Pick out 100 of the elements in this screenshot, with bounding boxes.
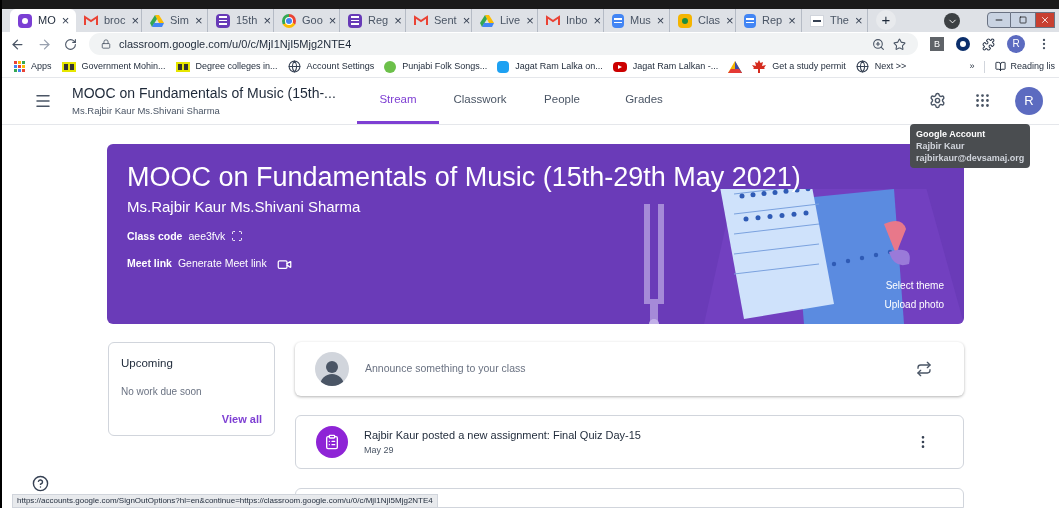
view-all-link[interactable]: View all [221,411,262,428]
tab-title: Mus [630,13,651,29]
tab-title: Live [500,13,521,29]
tab-close-button[interactable]: × [194,10,203,31]
class-tab[interactable]: Grades [603,77,685,124]
back-icon[interactable] [10,36,25,52]
bookmarks-overflow-button[interactable]: » [969,59,975,74]
tab-title: Clas [698,13,720,29]
tab-close-button[interactable]: × [61,10,70,31]
meet-link-label: Meet link [127,256,172,272]
tab-favicon-icon [678,13,692,28]
reading-list-button[interactable]: Reading lis [995,59,1055,74]
forward-icon[interactable] [37,36,52,52]
new-tab-button[interactable]: + [876,10,896,30]
bookmark[interactable] [728,60,743,73]
assignment-post[interactable]: Rajbir Kaur posted a new assignment: Final Quiz Day-15 May 29 [295,415,964,469]
bookmark[interactable]: Punjabi Folk Songs... [384,59,488,74]
tab-title: Sent [434,13,457,29]
star-icon[interactable] [893,37,906,51]
class-tab[interactable]: Classwork [439,77,521,124]
bookmark[interactable]: Get a study permit [752,59,846,74]
banner-teachers: Ms.Rajbir Kaur Ms.Shivani Sharma [127,197,362,217]
bookmark-favicon-icon [728,60,743,73]
fullscreen-icon[interactable] [231,230,244,243]
tab-close-button[interactable]: × [788,10,796,31]
bookmark[interactable]: Apps [14,59,52,74]
profile-button[interactable]: R [1007,35,1025,54]
user-avatar-icon [315,352,349,386]
tab-title: Rep [762,13,783,29]
tab-title: The [830,13,849,29]
post-text: Rajbir Kaur posted a new assignment: Final Quiz Day-15 [364,428,641,443]
bookmark[interactable]: Account Settings [287,59,375,74]
tab-close-button[interactable]: × [526,10,534,31]
tooltip-email: rajbirkaur@devsamaj.org [916,152,1025,164]
upload-photo-link[interactable]: Upload photo [884,297,944,312]
bookmark[interactable]: Jagat Ram Lalkan -... [612,59,719,74]
bookmark-favicon-icon [752,60,767,74]
reuse-post-icon[interactable] [916,361,932,377]
apps-grid-icon[interactable] [974,92,991,110]
tab-close-button[interactable]: × [726,10,734,31]
status-bar: https://accounts.google.com/SignOutOptions?hl=en&continue=https://classroom.google.com/u/0/c/MjI1NjI5Mjg2NTE4 [12,494,438,508]
tab-favicon-icon [216,13,230,28]
help-icon[interactable] [32,475,49,492]
generate-meet-link[interactable]: Generate Meet link [177,256,267,272]
tab-close-button[interactable]: × [656,10,665,31]
bookmark[interactable]: Next >> [855,59,907,74]
globe-icon [855,60,869,74]
reload-icon[interactable] [64,37,77,51]
tab-favicon-icon [414,15,428,26]
assignment-icon [316,426,348,458]
zoom-icon[interactable] [872,37,885,51]
tab-favicon-icon [744,13,756,28]
tab-favicon-icon [150,14,164,27]
class-teachers: Ms.Rajbir Kaur Ms.Shivani Sharma [72,104,221,119]
tab-close-button[interactable]: × [593,10,601,31]
select-theme-link[interactable]: Select theme [885,278,944,293]
extensions-icon[interactable] [982,37,995,51]
tab-close-button[interactable]: × [131,10,139,31]
address-bar[interactable]: classroom.google.com/u/0/c/MjI1NjI5Mjg2NTE4 [89,33,918,56]
bookmark[interactable]: Degree colleges in... [175,59,278,74]
tab-title: Sim [170,13,189,29]
close-window-button[interactable] [1035,12,1055,28]
tab-favicon-icon [282,13,296,28]
lock-icon [101,39,111,50]
restore-icon [1019,16,1027,24]
settings-icon[interactable] [929,92,946,110]
extension-button[interactable]: B [930,37,944,52]
bookmark[interactable]: Government Mohin... [61,59,166,74]
extension-icon[interactable] [956,37,970,52]
browser-tab[interactable]: MO × [10,9,76,32]
announce-placeholder: Announce something to your class [365,361,526,377]
announce-card[interactable]: Announce something to your class [295,342,964,396]
globe-icon [287,60,301,74]
bookmark[interactable]: Jagat Ram Lalka on... [497,59,603,74]
restore-button[interactable] [1011,12,1035,28]
account-avatar[interactable]: R [1015,86,1043,115]
tab-favicon-icon [810,14,824,27]
class-title[interactable]: MOOC on Fundamentals of Music (15th-... [72,83,357,105]
tab-favicon-icon [480,14,494,27]
tab-close-button[interactable]: × [394,10,402,31]
upcoming-empty-text: No work due soon [121,385,203,400]
url-text: classroom.google.com/u/0/c/MjI1NjI5Mjg2NTE4 [119,37,352,53]
upcoming-title: Upcoming [121,356,174,371]
tab-close-button[interactable]: × [854,10,863,31]
tab-close-button[interactable]: × [328,10,337,31]
tab-close-button[interactable]: × [263,10,271,31]
class-tab[interactable]: Stream [357,77,439,124]
tab-favicon-icon [84,15,98,26]
tab-favicon-icon [612,13,624,28]
class-tab[interactable]: People [521,77,603,124]
tooltip-title: Google Account [916,128,987,140]
tab-favicon-icon [546,15,560,26]
tab-search-icon[interactable] [944,13,960,29]
class-code-label: Class code [127,228,183,244]
minimize-button[interactable] [987,12,1011,28]
tab-title: Inbo [566,13,588,29]
bookmark-favicon-icon [61,61,76,72]
tab-close-button[interactable]: × [462,10,471,31]
bookmark-favicon-icon [612,61,627,72]
tab-title: broc [104,13,126,29]
